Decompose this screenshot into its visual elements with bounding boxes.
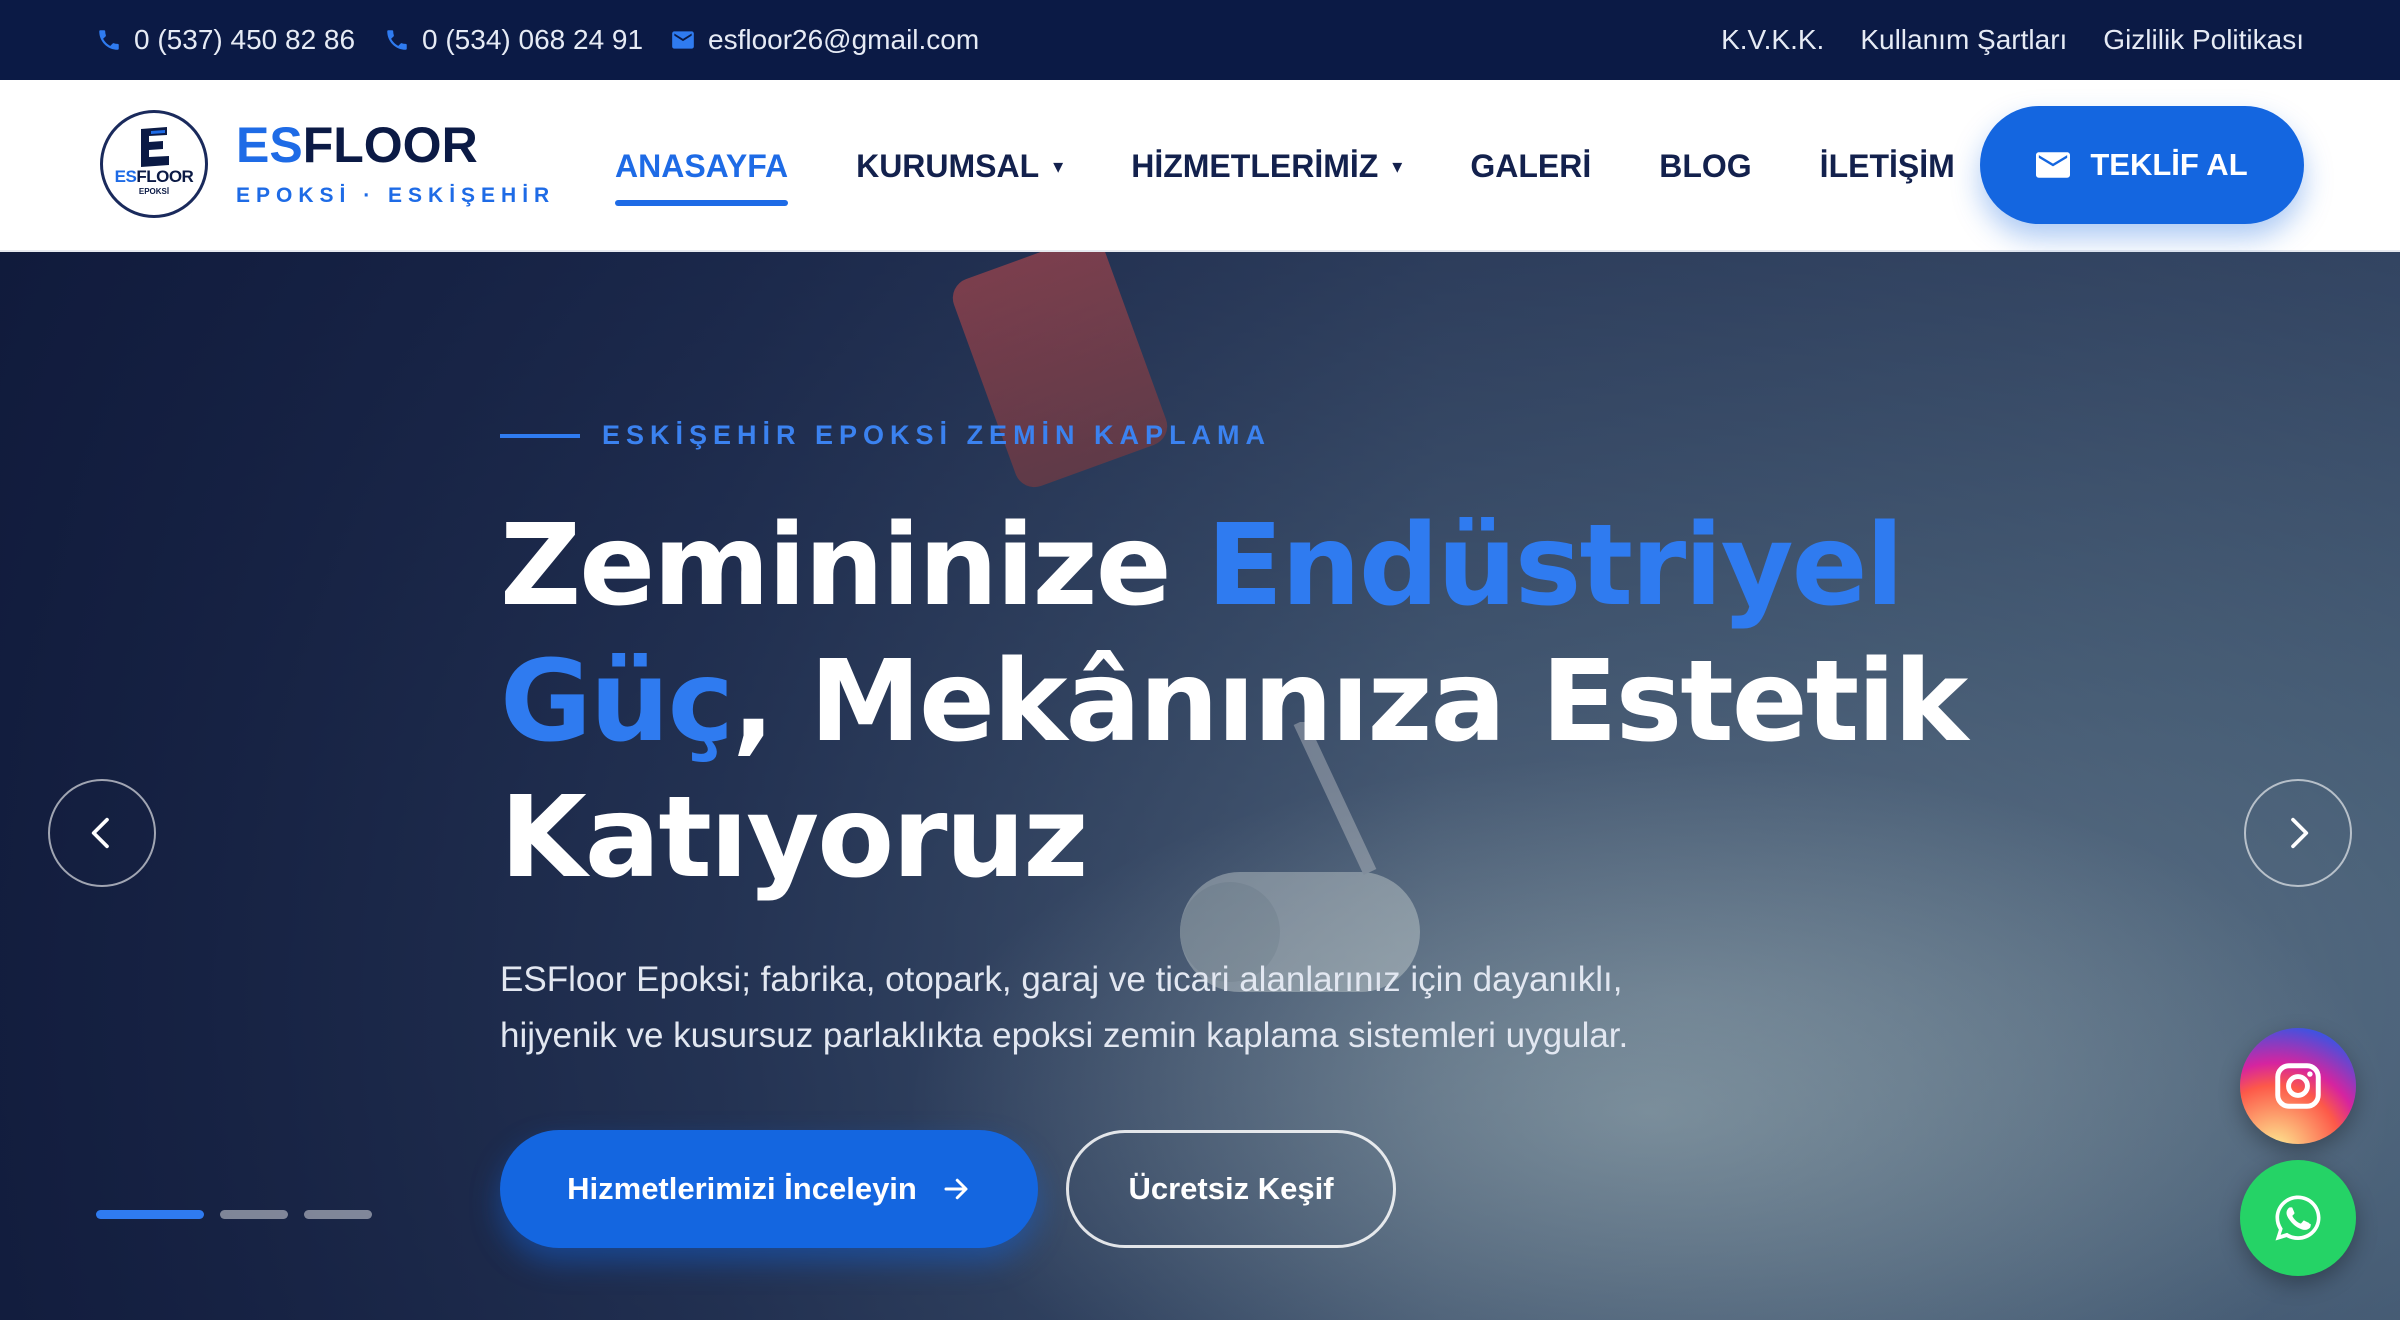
email-icon	[672, 31, 694, 49]
link-kvkk[interactable]: K.V.K.K.	[1721, 24, 1824, 56]
instagram-icon	[2275, 1063, 2321, 1109]
nav-item-blog[interactable]: BLOG	[1659, 80, 1751, 252]
caret-down-icon: ▾	[1392, 155, 1403, 178]
slider-dot-2[interactable]	[220, 1210, 288, 1219]
instagram-button[interactable]	[2240, 1028, 2356, 1144]
hero-lead: ESFloor Epoksi; fabrika, otopark, garaj …	[500, 952, 1700, 1064]
nav-item-anasayfa[interactable]: ANASAYFA	[615, 80, 789, 252]
nav-item-kurumsal[interactable]: KURUMSAL ▾	[856, 80, 1063, 252]
legal-links: K.V.K.K. Kullanım Şartları Gizlilik Poli…	[1721, 0, 2304, 80]
brand[interactable]: ESFLOOR EPOKSİ · ESKİŞEHİR	[236, 120, 555, 208]
arrow-right-icon	[944, 1178, 968, 1200]
nav-label: HİZMETLERİMİZ	[1131, 147, 1379, 184]
main-nav: ANASAYFA KURUMSAL ▾ HİZMETLERİMİZ ▾ GALERİ…	[615, 80, 2023, 252]
brand-tagline: EPOKSİ · ESKİŞEHİR	[236, 184, 556, 207]
hero-eyebrow: ESKİŞEHİR EPOKSİ ZEMİN KAPLAMA	[500, 420, 1271, 451]
logo-badge-word: ESFLOOR	[103, 167, 205, 187]
nav-item-hizmetlerimiz[interactable]: HİZMETLERİMİZ ▾	[1131, 80, 1402, 252]
slider-dot-3[interactable]	[304, 1210, 372, 1219]
phone-icon	[387, 30, 407, 50]
headline-part1: Zemininize	[500, 501, 1207, 631]
nav-label: KURUMSAL	[856, 147, 1040, 184]
nav-item-iletisim[interactable]: İLETİŞİM	[1820, 80, 1955, 252]
site-header: ESFLOOR EPOKSİ ESFLOOR EPOKSİ · ESKİŞEHİ…	[0, 80, 2400, 252]
phone-contact-1[interactable]: 0 (537) 450 82 86	[96, 0, 355, 80]
eyebrow-line	[500, 433, 580, 438]
phone-number-1: 0 (537) 450 82 86	[134, 24, 356, 55]
logo-badge-rest: FLOOR	[136, 167, 194, 186]
slider-prev-button[interactable]	[48, 779, 156, 887]
email-contact[interactable]: esfloor26@gmail.com	[670, 0, 979, 80]
envelope-icon	[2036, 152, 2071, 178]
slider-dot-1[interactable]	[96, 1210, 204, 1219]
hero-lead-line-2: hijyenik ve kusursuz parlaklıkta epoksi …	[500, 1016, 1629, 1055]
slider-next-button[interactable]	[2244, 779, 2352, 887]
whatsapp-icon	[2275, 1195, 2321, 1241]
logo-badge-accent: ES	[114, 167, 137, 186]
quote-button[interactable]: TEKLİF AL	[1980, 106, 2304, 224]
free-survey-button-label: Ücretsiz Keşif	[1128, 1171, 1334, 1206]
phone-icon	[99, 30, 119, 50]
top-bar: 0 (537) 450 82 86 0 (534) 068 24 91 esfl…	[0, 0, 2400, 80]
email-address: esfloor26@gmail.com	[708, 24, 980, 55]
free-survey-button[interactable]: Ücretsiz Keşif	[1066, 1130, 1396, 1248]
brand-name-accent: ES	[236, 117, 303, 173]
nav-item-galeri[interactable]: GALERİ	[1470, 80, 1591, 252]
slider-dots	[96, 1210, 372, 1219]
phone-number-2: 0 (534) 068 24 91	[422, 24, 644, 55]
eyebrow-text: ESKİŞEHİR EPOKSİ ZEMİN KAPLAMA	[602, 420, 1272, 450]
logo-mark-icon	[141, 127, 169, 167]
nav-label: İLETİŞİM	[1819, 147, 1955, 184]
brand-name: ESFLOOR	[236, 120, 555, 170]
chevron-left-icon	[91, 817, 109, 849]
nav-label: ANASAYFA	[615, 147, 789, 184]
chevron-right-icon	[2291, 817, 2309, 849]
logo-badge-sub: EPOKSİ	[138, 187, 170, 196]
hero-headline: Zemininize Endüstriyel Güç, Mekânınıza E…	[500, 498, 2000, 906]
link-terms[interactable]: Kullanım Şartları	[1860, 24, 2067, 56]
hero-background-roller-handle	[947, 252, 1173, 493]
nav-label: BLOG	[1659, 147, 1752, 184]
link-privacy[interactable]: Gizlilik Politikası	[2103, 24, 2304, 56]
nav-label: GALERİ	[1470, 147, 1592, 184]
whatsapp-button[interactable]	[2240, 1160, 2356, 1276]
hero-lead-line-1: ESFloor Epoksi; fabrika, otopark, garaj …	[500, 960, 1623, 999]
quote-button-label: TEKLİF AL	[2090, 147, 2248, 182]
brand-name-rest: FLOOR	[302, 117, 478, 173]
services-button-label: Hizmetlerimizi İnceleyin	[567, 1171, 917, 1206]
services-button[interactable]: Hizmetlerimizi İnceleyin	[500, 1130, 1038, 1248]
caret-down-icon: ▾	[1053, 155, 1064, 178]
logo-badge[interactable]: ESFLOOR EPOKSİ	[100, 110, 208, 218]
phone-contact-2[interactable]: 0 (534) 068 24 91	[384, 0, 643, 80]
